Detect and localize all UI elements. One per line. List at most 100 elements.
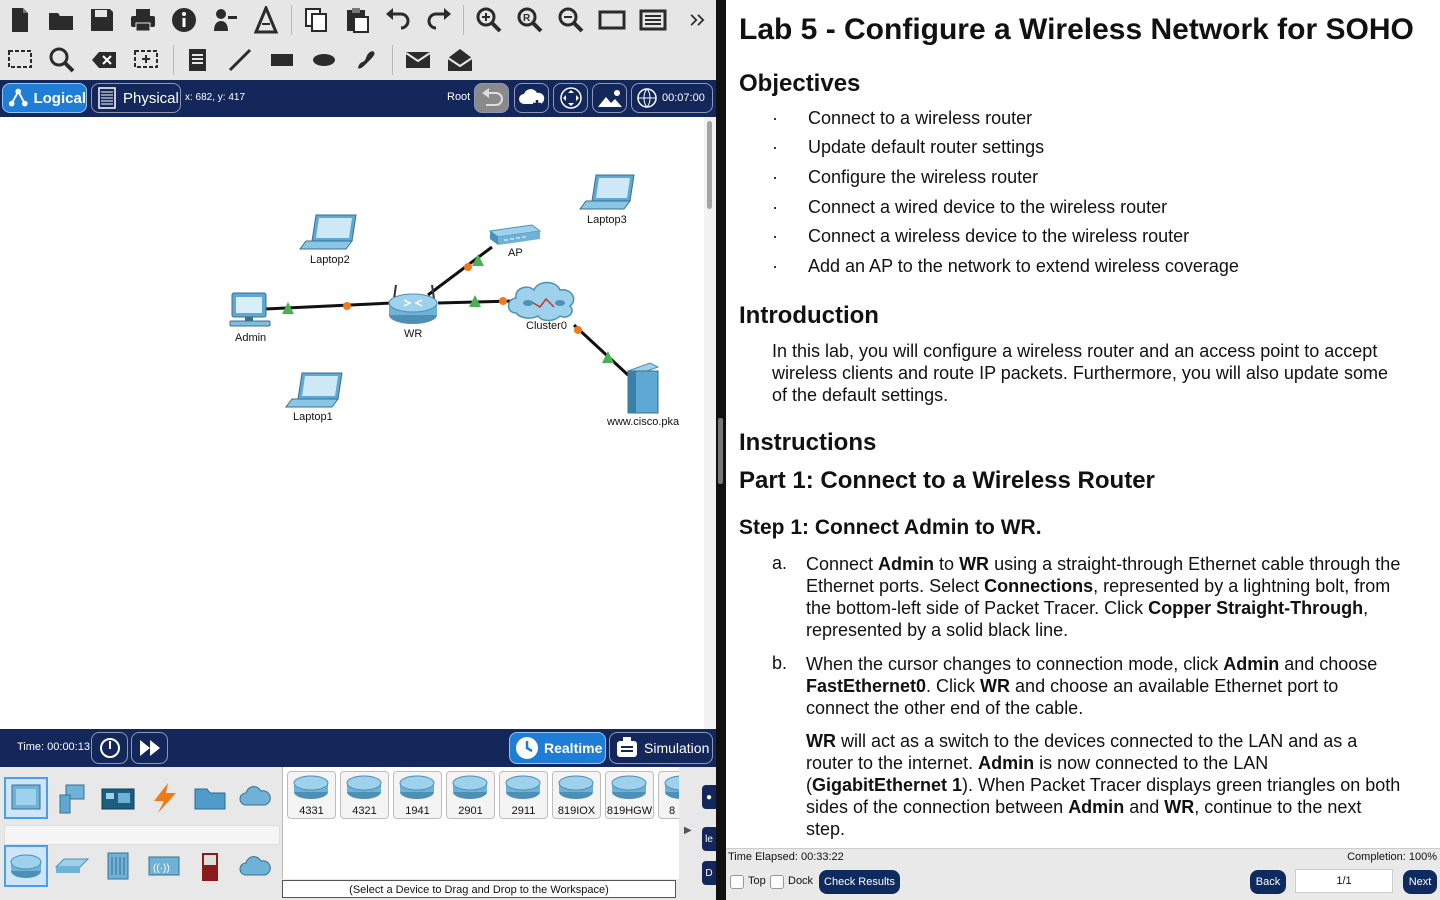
note-icon[interactable] [182, 44, 214, 76]
category-components[interactable] [96, 777, 140, 819]
model-2911[interactable]: 2911 [499, 771, 548, 819]
fast-forward-icon [139, 740, 160, 756]
device-drag-hint: (Select a Device to Drag and Drop to the… [282, 880, 676, 898]
access-point-icon[interactable] [488, 224, 542, 245]
link-cluster-server[interactable] [572, 323, 630, 377]
subcategory-wireless[interactable]: ((·)) [142, 845, 186, 887]
next-page-button[interactable]: Next [1403, 870, 1437, 894]
category-miscellaneous[interactable] [188, 777, 232, 819]
complex-pdu-icon[interactable] [444, 44, 476, 76]
resize-shape-icon[interactable] [130, 44, 162, 76]
model-2901[interactable]: 2901 [446, 771, 495, 819]
topology-canvas [229, 174, 660, 414]
simulation-mode-button[interactable]: Simulation [609, 732, 713, 764]
top-checkbox[interactable] [730, 875, 744, 889]
activity-wizard-icon[interactable] [209, 4, 241, 36]
subcategory-wan-emulation[interactable] [234, 845, 278, 887]
zoom-out-icon[interactable] [555, 4, 587, 36]
side-chip-top[interactable]: ● [702, 785, 716, 809]
workspace-scrollbar[interactable] [704, 117, 716, 729]
simple-pdu-icon[interactable] [402, 44, 434, 76]
bullet: · [772, 167, 778, 187]
fast-forward-button[interactable] [131, 732, 168, 764]
view-bar: Logical Physical x: 682, y: 417 Root 00:… [0, 80, 716, 117]
splitter-grip[interactable] [718, 418, 723, 484]
dock-checkbox-label: Dock [788, 875, 814, 887]
custom-devices-icon[interactable] [250, 4, 282, 36]
category-network-devices[interactable] [4, 777, 48, 819]
open-folder-icon[interactable] [45, 4, 77, 36]
subcategory-routers[interactable] [4, 845, 48, 887]
viewport-clock-button[interactable]: 00:07:00 [631, 83, 713, 113]
side-chip-d[interactable]: D [702, 861, 716, 885]
scrollbar-thumb[interactable] [707, 121, 712, 209]
zoom-in-icon[interactable] [473, 4, 505, 36]
logical-workspace[interactable]: Admin WR AP Cluster0 www.cisco.pka Lapto… [0, 117, 704, 729]
inspect-icon[interactable] [46, 44, 78, 76]
power-cycle-button[interactable] [91, 732, 128, 764]
pane-splitter[interactable] [716, 0, 726, 900]
realtime-mode-button[interactable]: Realtime [509, 732, 606, 764]
save-icon[interactable] [86, 4, 118, 36]
laptop2-icon[interactable] [299, 214, 357, 250]
dock-checkbox[interactable] [770, 875, 784, 889]
laptop1-icon[interactable] [285, 372, 343, 408]
draw-ellipse-icon[interactable] [308, 44, 340, 76]
delete-icon[interactable] [88, 44, 120, 76]
category-multiuser[interactable] [234, 777, 278, 819]
more-chevron-icon[interactable] [686, 4, 710, 36]
check-results-button[interactable]: Check Results [819, 870, 900, 894]
draw-rectangle-icon[interactable] [266, 44, 298, 76]
select-icon[interactable] [4, 44, 36, 76]
wireless-router-icon[interactable] [388, 284, 438, 324]
new-cluster-button[interactable] [514, 83, 549, 113]
copy-icon[interactable] [300, 4, 332, 36]
bullet: · [772, 256, 778, 276]
link-admin-wr[interactable] [264, 301, 393, 311]
back-page-button[interactable]: Back [1250, 870, 1286, 894]
custom-pdu-icon[interactable] [637, 4, 669, 36]
print-icon[interactable] [127, 4, 159, 36]
subcategory-security[interactable] [188, 845, 232, 887]
expand-arrow-icon[interactable]: ▶ [684, 825, 692, 836]
model-4321[interactable]: 4321 [340, 771, 389, 819]
redo-icon[interactable] [423, 4, 455, 36]
paste-icon[interactable] [341, 4, 373, 36]
side-chip-le[interactable]: le [702, 827, 716, 851]
draw-line-icon[interactable] [224, 44, 256, 76]
set-background-button[interactable] [592, 83, 627, 113]
palette-window-icon[interactable] [596, 4, 628, 36]
freeform-icon[interactable] [350, 44, 382, 76]
model-819iox[interactable]: 819IOX [552, 771, 601, 819]
model-1941[interactable]: 1941 [393, 771, 442, 819]
model-partial[interactable]: 8 [658, 771, 679, 819]
step-b-letter: b. [772, 653, 788, 673]
tab-logical[interactable]: Logical [2, 83, 87, 113]
clock-icon [516, 737, 538, 759]
move-object-button[interactable] [553, 83, 588, 113]
wan-cloud-icon [239, 856, 271, 876]
objective-text: Connect to a wireless router [808, 108, 1033, 128]
model-label: 2911 [511, 805, 536, 817]
back-button[interactable] [474, 83, 509, 113]
move-arrows-icon [559, 87, 582, 109]
server-icon[interactable] [626, 362, 660, 414]
info-icon[interactable] [168, 4, 200, 36]
page-indicator[interactable]: 1/1 [1295, 869, 1393, 893]
link-wr-ap[interactable] [427, 245, 493, 297]
laptop3-icon[interactable] [579, 174, 635, 210]
category-end-devices[interactable] [50, 777, 94, 819]
subcategory-switches[interactable] [50, 845, 94, 887]
undo-icon[interactable] [382, 4, 414, 36]
tab-physical[interactable]: Physical [91, 83, 181, 113]
zoom-reset-icon[interactable]: R [514, 4, 546, 36]
category-connections[interactable] [142, 777, 186, 819]
admin-pc-icon[interactable] [229, 292, 271, 327]
model-4331[interactable]: 4331 [287, 771, 336, 819]
part1-heading: Part 1: Connect to a Wireless Router [739, 467, 1155, 494]
subcategory-hubs[interactable] [96, 845, 140, 887]
model-label: 8 [669, 805, 676, 817]
model-819hgw[interactable]: 819HGW [605, 771, 654, 819]
new-file-icon[interactable] [4, 4, 36, 36]
cluster-cloud-icon[interactable] [507, 281, 575, 322]
